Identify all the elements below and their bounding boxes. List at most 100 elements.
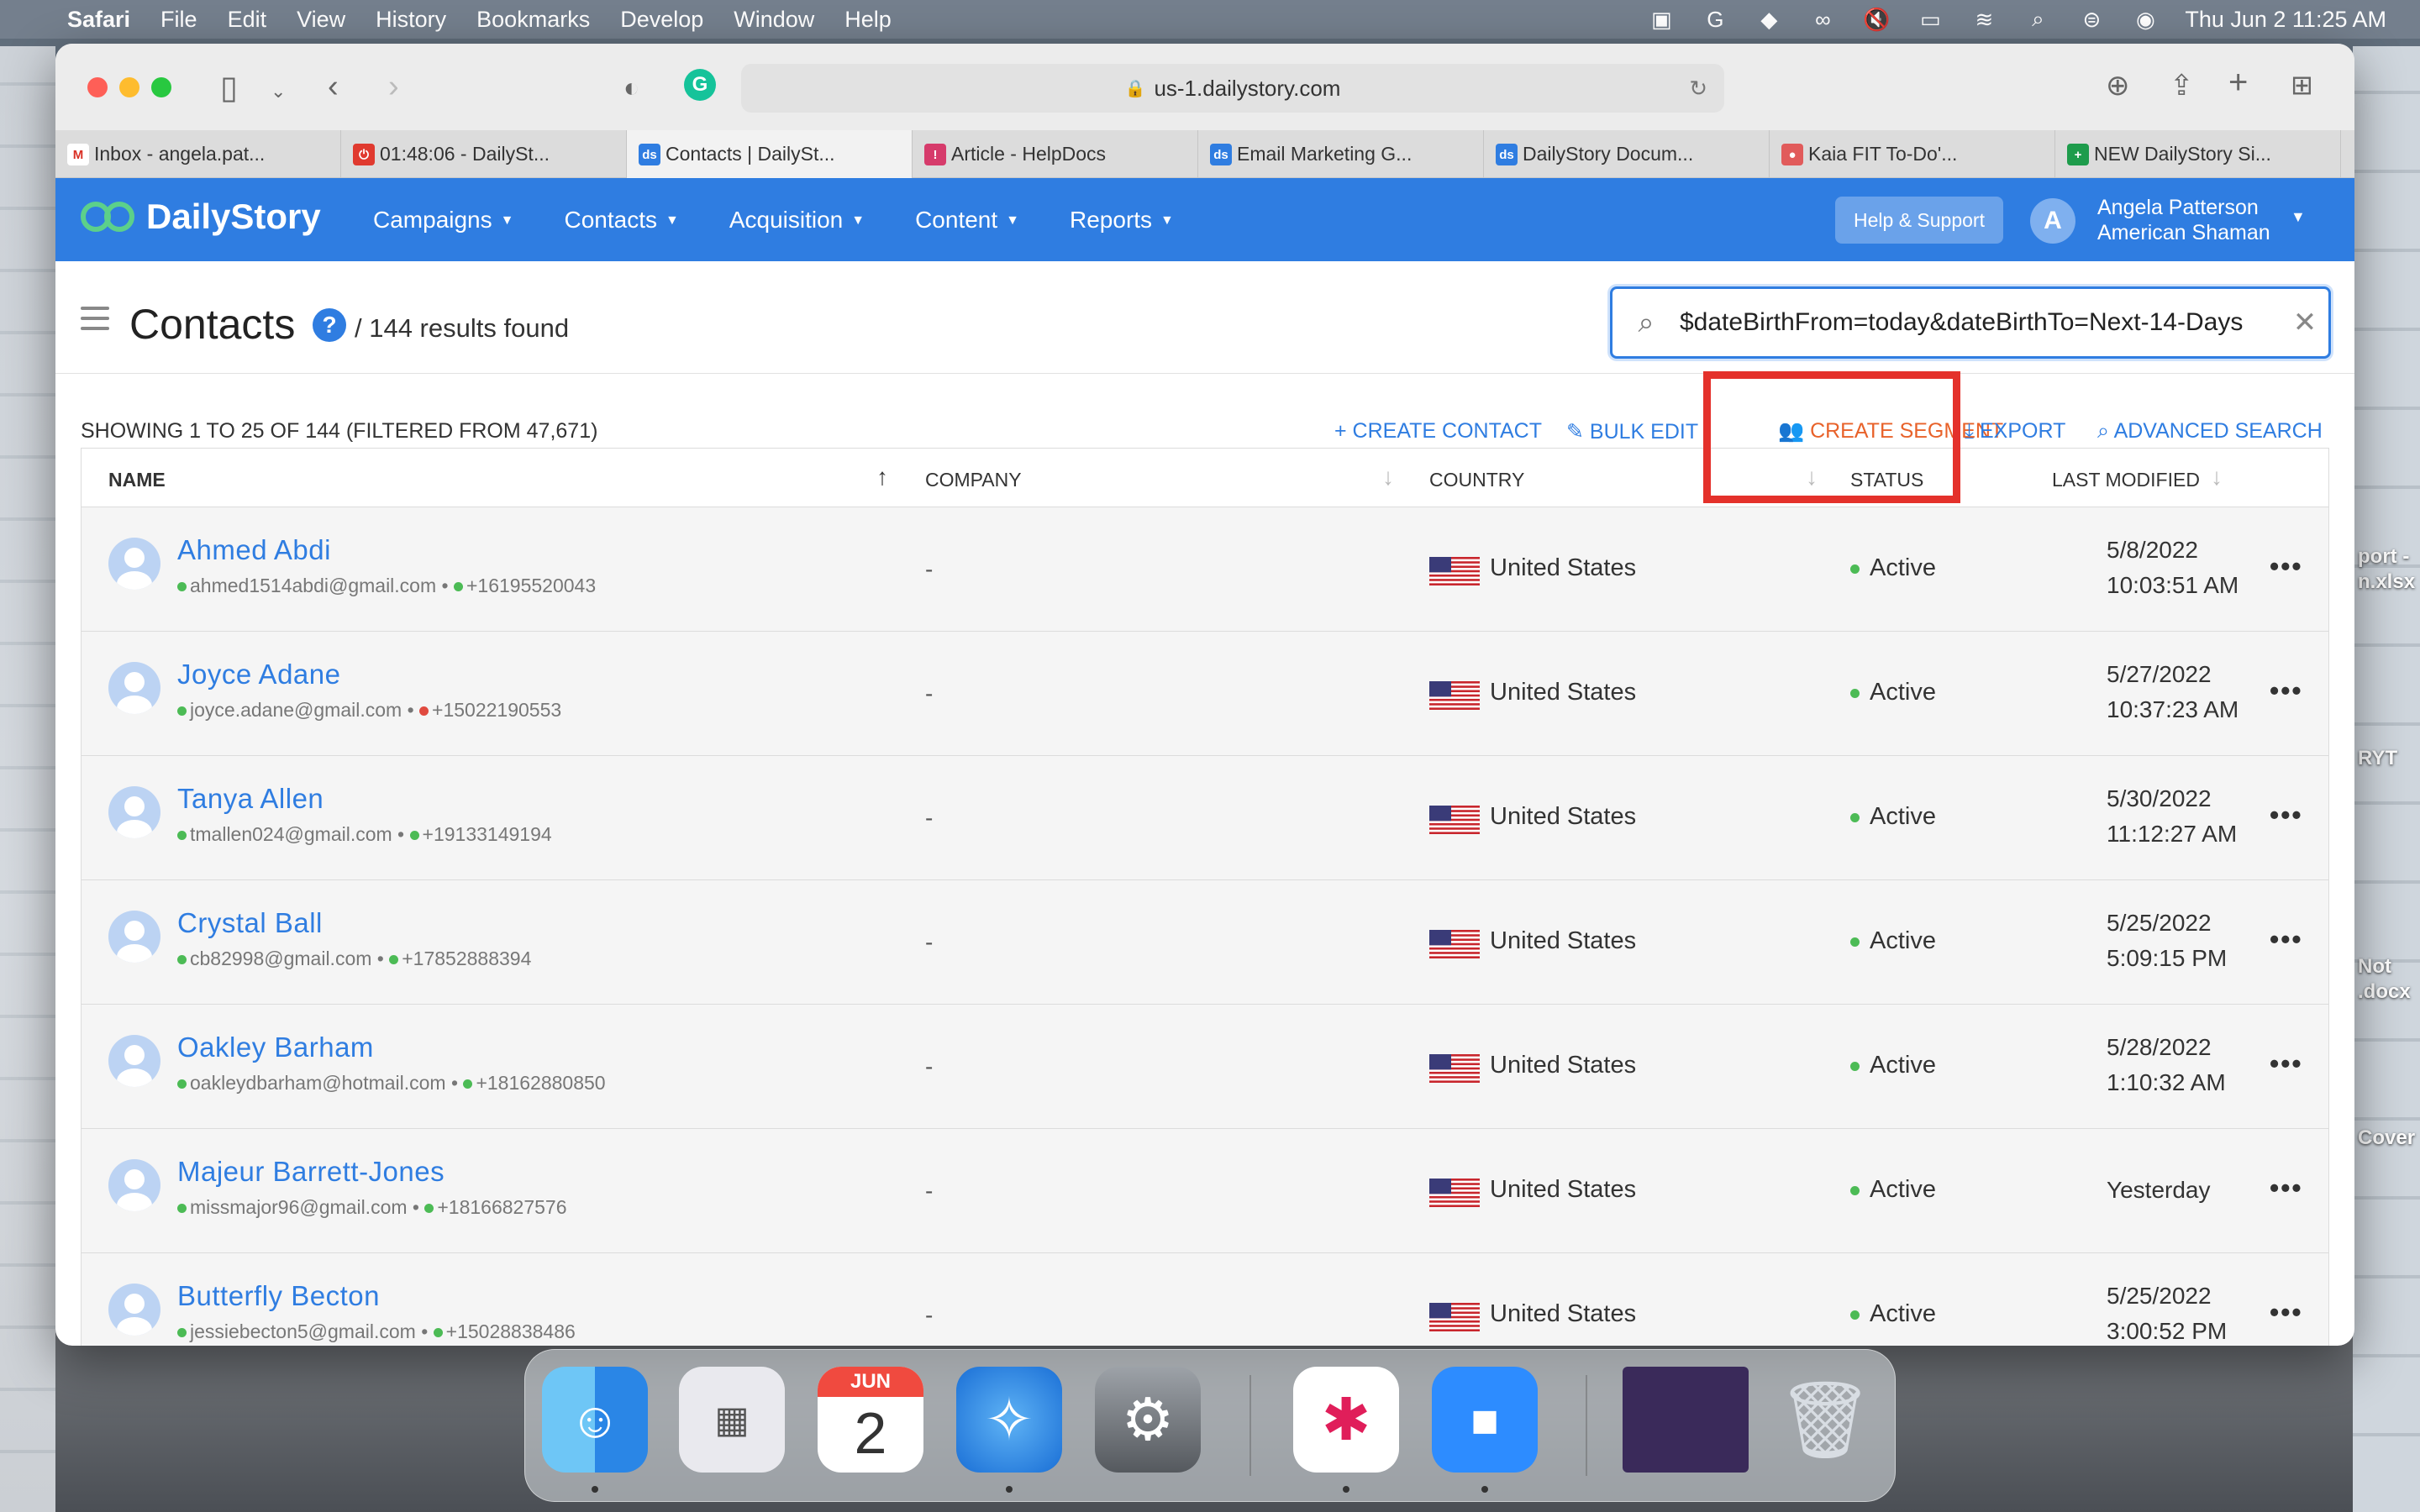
desktop-file-label[interactable]: Cover [2358, 1126, 2420, 1151]
clear-search-icon[interactable]: ✕ [2281, 306, 2328, 339]
table-row[interactable]: Oakley Barham oakleydbarham@hotmail.com •… [82, 1005, 2328, 1129]
finder-icon[interactable]: ☺ [542, 1367, 648, 1473]
browser-tab[interactable]: ds Contacts | DailySt... [627, 130, 913, 178]
trash-icon[interactable]: 🗑 [1772, 1367, 1878, 1473]
browser-tab[interactable]: + NEW DailyStory Si... [2055, 130, 2341, 178]
minimize-window-button[interactable] [119, 77, 139, 97]
menu-file[interactable]: File [160, 7, 197, 33]
browser-tab[interactable]: ! Article - HelpDocs [913, 130, 1198, 178]
chevron-down-icon[interactable]: ⌄ [271, 81, 286, 102]
grammarly-extension-icon[interactable]: G [684, 69, 716, 101]
mute-icon[interactable]: 🔇 [1862, 7, 1891, 32]
screen-record-icon[interactable]: ▣ [1647, 7, 1676, 32]
sort-down-icon[interactable]: ↓ [1382, 464, 1394, 491]
dropbox-icon[interactable]: ◆ [1754, 7, 1783, 32]
slack-window-thumbnail[interactable] [1623, 1367, 1749, 1473]
back-icon[interactable]: ‹ [328, 69, 339, 105]
calendar-icon[interactable]: JUN 2 [818, 1367, 923, 1473]
table-row[interactable]: Joyce Adane joyce.adane@gmail.com • +1502… [82, 632, 2328, 756]
desktop-file-label[interactable]: Not [2358, 954, 2420, 979]
browser-tab[interactable]: ds Email Marketing G... [1198, 130, 1484, 178]
battery-icon[interactable]: ▭ [1916, 7, 1944, 32]
wifi-icon[interactable]: ≋ [1970, 7, 1998, 32]
forward-icon[interactable]: › [388, 69, 399, 105]
grammarly-icon[interactable]: G [1701, 7, 1729, 32]
sort-up-icon[interactable]: ↑ [876, 464, 888, 491]
desktop-file-label[interactable]: .docx [2358, 979, 2420, 1005]
more-actions-icon[interactable]: ••• [2270, 1048, 2303, 1079]
control-center-icon[interactable]: ⊜ [2077, 7, 2106, 32]
table-row[interactable]: Crystal Ball cb82998@gmail.com • +1785288… [82, 880, 2328, 1005]
share-icon[interactable]: ⇪ [2170, 69, 2194, 102]
new-tab-icon[interactable]: + [2228, 64, 2248, 102]
contact-name-link[interactable]: Joyce Adane [177, 659, 340, 690]
nav-acquisition[interactable]: Acquisition ▼ [729, 207, 865, 234]
menu-history[interactable]: History [376, 7, 446, 33]
browser-tab[interactable]: ⏻ 01:48:06 - DailySt... [341, 130, 627, 178]
nav-content[interactable]: Content ▼ [915, 207, 1019, 234]
menu-view[interactable]: View [297, 7, 345, 33]
nav-reports[interactable]: Reports ▼ [1070, 207, 1174, 234]
column-name[interactable]: NAME [108, 469, 166, 491]
reload-icon[interactable]: ↻ [1689, 76, 1707, 102]
slack-icon[interactable]: ✱ [1293, 1367, 1399, 1473]
creative-cloud-icon[interactable]: ∞ [1808, 7, 1837, 32]
zoom-window-button[interactable] [151, 77, 171, 97]
downloads-icon[interactable]: ⊕ [2106, 69, 2130, 102]
more-actions-icon[interactable]: ••• [2270, 551, 2303, 582]
nav-campaigns[interactable]: Campaigns ▼ [373, 207, 513, 234]
privacy-shield-icon[interactable]: ◐ [623, 72, 639, 103]
menu-help[interactable]: Help [844, 7, 892, 33]
sidebar-toggle-icon[interactable]: ▯ [220, 69, 238, 107]
browser-tab[interactable]: M Inbox - angela.pat... [55, 130, 341, 178]
desktop-file-label[interactable]: port - [2358, 544, 2420, 570]
user-avatar[interactable]: A [2030, 198, 2075, 244]
siri-icon[interactable]: ◉ [2131, 7, 2160, 32]
sort-down-icon[interactable]: ↓ [2211, 464, 2223, 491]
bulk-edit-button[interactable]: ✎ BULK EDIT [1566, 419, 1698, 444]
dailystory-logo[interactable]: DailyStory [81, 197, 321, 237]
menu-develop[interactable]: Develop [620, 7, 703, 33]
contact-name-link[interactable]: Oakley Barham [177, 1032, 374, 1063]
contact-name-link[interactable]: Majeur Barrett-Jones [177, 1156, 445, 1188]
user-menu[interactable]: Angela Patterson American Shaman [2097, 195, 2270, 245]
contact-name-link[interactable]: Crystal Ball [177, 907, 323, 939]
spotlight-search-icon[interactable]: ⌕ [2023, 6, 2052, 32]
caret-down-icon[interactable]: ▼ [2291, 208, 2306, 226]
create-contact-button[interactable]: + CREATE CONTACT [1334, 419, 1542, 444]
system-preferences-icon[interactable]: ⚙ [1095, 1367, 1201, 1473]
address-bar[interactable]: 🔒 us-1.dailystory.com ↻ [741, 64, 1724, 113]
contact-search[interactable]: ⌕ $dateBirthFrom=today&dateBirthTo=Next-… [1610, 286, 2331, 359]
search-input[interactable]: $dateBirthFrom=today&dateBirthTo=Next-14… [1680, 308, 2281, 337]
help-support-button[interactable]: Help & Support [1835, 197, 2003, 244]
column-last-modified[interactable]: LAST MODIFIED [2052, 469, 2200, 491]
more-actions-icon[interactable]: ••• [2270, 1297, 2303, 1328]
table-row[interactable]: Tanya Allen tmallen024@gmail.com • +19133… [82, 756, 2328, 880]
close-window-button[interactable] [87, 77, 108, 97]
table-row[interactable]: Ahmed Abdi ahmed1514abdi@gmail.com • +161… [82, 507, 2328, 632]
contact-name-link[interactable]: Butterfly Becton [177, 1280, 380, 1312]
zoom-icon[interactable]: ■ [1432, 1367, 1538, 1473]
menu-window[interactable]: Window [734, 7, 814, 33]
contact-name-link[interactable]: Tanya Allen [177, 783, 324, 815]
more-actions-icon[interactable]: ••• [2270, 800, 2303, 831]
safari-icon[interactable]: ✧ [956, 1367, 1062, 1473]
desktop-file-label[interactable]: n.xlsx [2358, 570, 2420, 595]
export-button[interactable]: ⤓ EXPORT [1965, 419, 2065, 444]
more-actions-icon[interactable]: ••• [2270, 924, 2303, 955]
menu-edit[interactable]: Edit [228, 7, 267, 33]
menubar-clock[interactable]: Thu Jun 2 11:25 AM [2185, 7, 2386, 33]
more-actions-icon[interactable]: ••• [2270, 675, 2303, 706]
help-icon[interactable]: ? [313, 308, 346, 342]
menu-app-name[interactable]: Safari [67, 7, 130, 33]
advanced-search-button[interactable]: ⌕ ADVANCED SEARCH [2097, 419, 2323, 444]
tab-overview-icon[interactable]: ⊞ [2291, 69, 2313, 101]
browser-tab[interactable]: ● Kaia FIT To-Do'... [1770, 130, 2055, 178]
column-country[interactable]: COUNTRY [1429, 469, 1524, 491]
column-company[interactable]: COMPANY [925, 469, 1022, 491]
nav-contacts[interactable]: Contacts ▼ [564, 207, 678, 234]
launchpad-icon[interactable]: ▦ [679, 1367, 785, 1473]
contact-name-link[interactable]: Ahmed Abdi [177, 534, 331, 566]
table-row[interactable]: Majeur Barrett-Jones missmajor96@gmail.co… [82, 1129, 2328, 1253]
hamburger-menu-icon[interactable] [81, 307, 109, 330]
